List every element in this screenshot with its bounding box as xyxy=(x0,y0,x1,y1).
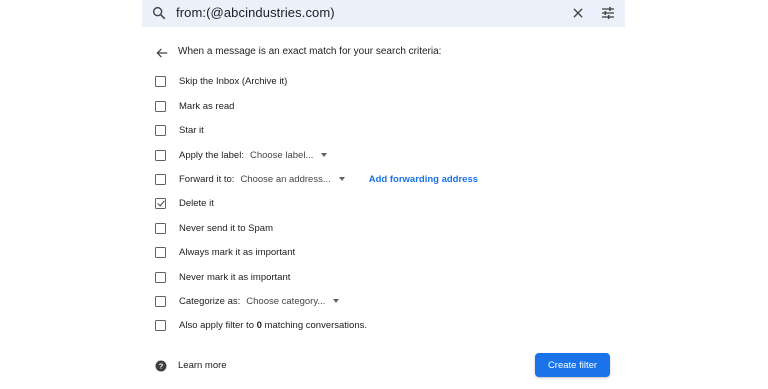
search-options-icon[interactable] xyxy=(600,5,616,21)
select-value: Choose category... xyxy=(246,295,326,307)
option-categorize[interactable]: Categorize as: Choose category... xyxy=(155,293,340,309)
option-label: Never mark it as important xyxy=(179,271,291,283)
option-label: Delete it xyxy=(179,197,214,209)
option-label-post: matching conversations. xyxy=(261,319,368,331)
search-icon xyxy=(152,6,166,20)
checkbox[interactable] xyxy=(155,246,166,258)
filter-panel: When a message is an exact match for you… xyxy=(142,27,625,389)
create-filter-button[interactable]: Create filter xyxy=(535,353,610,377)
option-label: Mark as read xyxy=(179,100,235,112)
option-label: Categorize as: xyxy=(179,295,241,307)
label-select[interactable]: Choose label... xyxy=(249,149,328,161)
option-apply-label[interactable]: Apply the label: Choose label... xyxy=(155,147,328,163)
option-never-spam[interactable]: Never send it to Spam xyxy=(155,220,273,236)
help-icon: ? xyxy=(155,360,167,372)
checkbox[interactable] xyxy=(155,149,166,161)
search-input[interactable]: from:(@abcindustries.com) xyxy=(176,5,335,20)
option-skip-inbox[interactable]: Skip the Inbox (Archive it) xyxy=(155,73,287,89)
option-star[interactable]: Star it xyxy=(155,122,204,138)
checkbox[interactable] xyxy=(155,75,166,87)
option-label: Never send it to Spam xyxy=(179,222,273,234)
learn-more-link[interactable]: Learn more xyxy=(178,360,227,371)
checkbox[interactable] xyxy=(155,295,166,307)
checkbox[interactable] xyxy=(155,271,166,283)
option-label: Forward it to: xyxy=(179,173,235,185)
dropdown-arrow-icon xyxy=(338,177,345,181)
checkbox[interactable] xyxy=(155,319,166,331)
option-label: Star it xyxy=(179,124,204,136)
category-select[interactable]: Choose category... xyxy=(246,295,340,307)
option-apply-existing[interactable]: Also apply filter to 0 matching conversa… xyxy=(155,317,367,333)
select-value: Choose label... xyxy=(249,149,314,161)
option-label: Apply the label: xyxy=(179,149,244,161)
checkbox[interactable] xyxy=(155,124,166,136)
checkbox[interactable] xyxy=(155,100,166,112)
option-never-important[interactable]: Never mark it as important xyxy=(155,269,290,285)
close-icon[interactable] xyxy=(571,6,585,20)
option-mark-read[interactable]: Mark as read xyxy=(155,98,234,114)
select-value: Choose an address... xyxy=(240,173,331,185)
checkbox[interactable] xyxy=(155,222,166,234)
option-label: Skip the Inbox (Archive it) xyxy=(179,75,288,87)
dropdown-arrow-icon xyxy=(321,153,328,157)
add-forwarding-address-link[interactable]: Add forwarding address xyxy=(369,174,478,185)
checkbox-checked[interactable] xyxy=(155,197,166,209)
svg-text:?: ? xyxy=(159,362,164,371)
arrow-back-icon[interactable] xyxy=(155,46,169,60)
address-select[interactable]: Choose an address... xyxy=(240,173,345,185)
dropdown-arrow-icon xyxy=(333,299,340,303)
option-forward[interactable]: Forward it to: Choose an address... Add … xyxy=(155,171,478,187)
search-bar[interactable]: from:(@abcindustries.com) xyxy=(142,0,625,28)
option-label-pre: Also apply filter to xyxy=(179,319,257,331)
option-always-important[interactable]: Always mark it as important xyxy=(155,244,295,260)
option-delete[interactable]: Delete it xyxy=(155,195,214,211)
option-label: Always mark it as important xyxy=(179,246,296,258)
checkbox[interactable] xyxy=(155,173,166,185)
filter-header: When a message is an exact match for you… xyxy=(178,46,442,57)
